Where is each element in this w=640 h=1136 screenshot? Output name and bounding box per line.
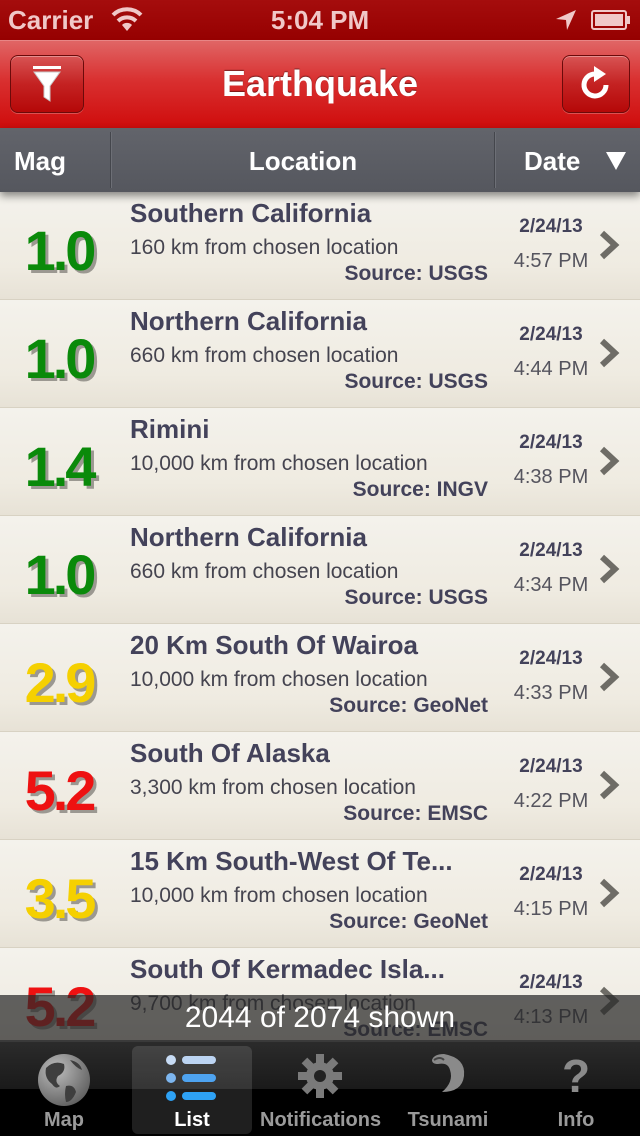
quake-row[interactable]: 1.0 Southern California 160 km from chosen… <box>0 192 640 300</box>
magnitude: 5.2 <box>24 759 97 822</box>
svg-text:?: ? <box>562 1052 590 1100</box>
quake-date: 2/24/13 <box>519 756 583 777</box>
source-label: Source: USGS <box>344 586 488 609</box>
tab-label: List <box>174 1109 210 1131</box>
quake-row[interactable]: 5.2 South Of Alaska 3,300 km from chosen l… <box>0 732 640 840</box>
location-name: Rimini <box>130 414 210 444</box>
location-name: Southern California <box>130 198 372 228</box>
location-name: Northern California <box>130 522 367 552</box>
tab-bar: Map List Notifications Tsunami ? Info <box>0 1040 640 1136</box>
source-label: Source: GeoNet <box>329 910 488 933</box>
tab-info[interactable]: ? Info <box>516 1046 636 1134</box>
quake-time: 4:44 PM <box>513 358 589 380</box>
tab-map[interactable]: Map <box>4 1046 124 1134</box>
distance-text: 160 km from chosen location <box>130 236 399 259</box>
chevron-right-icon <box>599 662 620 692</box>
distance-text: 10,000 km from chosen location <box>130 668 428 691</box>
chevron-right-icon <box>599 446 620 476</box>
quake-date: 2/24/13 <box>519 972 583 993</box>
quake-date: 2/24/13 <box>519 432 583 453</box>
quake-time: 4:34 PM <box>513 574 589 596</box>
quake-time: 4:15 PM <box>513 898 589 920</box>
column-header: Mag Location Date <box>0 128 640 192</box>
column-divider <box>494 132 495 188</box>
chevron-right-icon <box>599 770 620 800</box>
quake-date: 2/24/13 <box>519 864 583 885</box>
tab-label: Notifications <box>260 1109 382 1131</box>
quake-date: 2/24/13 <box>519 648 583 669</box>
chevron-right-icon <box>599 338 620 368</box>
magnitude: 3.5 <box>24 867 97 930</box>
sort-descending-icon[interactable] <box>606 152 626 170</box>
quake-date: 2/24/13 <box>519 540 583 561</box>
source-label: Source: USGS <box>344 370 488 393</box>
refresh-button[interactable] <box>562 55 630 113</box>
tab-label: Tsunami <box>407 1109 489 1131</box>
quake-time: 4:22 PM <box>513 790 589 812</box>
quake-row[interactable]: 1.0 Northern California 660 km from chosen… <box>0 516 640 624</box>
battery-icon <box>591 10 630 30</box>
quake-time: 4:57 PM <box>513 250 589 272</box>
source-label: Source: EMSC <box>343 802 488 825</box>
refresh-icon <box>581 66 609 99</box>
column-date[interactable]: Date <box>524 146 580 177</box>
location-name: 15 Km South-West Of Te... <box>130 846 453 876</box>
chevron-right-icon <box>599 878 620 908</box>
quake-date: 2/24/13 <box>519 324 583 345</box>
question-icon: ? <box>562 1052 590 1100</box>
magnitude: 1.0 <box>24 219 97 282</box>
quake-row[interactable]: 2.9 20 Km South Of Wairoa 10,000 km from c… <box>0 624 640 732</box>
tab-label: Map <box>44 1109 84 1131</box>
location-name: South Of Kermadec Isla... <box>130 954 445 984</box>
magnitude: 1.0 <box>24 327 97 390</box>
globe-icon <box>38 1054 90 1106</box>
quake-date: 2/24/13 <box>519 216 583 237</box>
distance-text: 3,300 km from chosen location <box>130 776 416 799</box>
distance-text: 10,000 km from chosen location <box>130 452 428 475</box>
chevron-right-icon <box>599 554 620 584</box>
magnitude: 1.4 <box>24 435 97 498</box>
nav-bar: Earthquake <box>0 40 640 128</box>
column-mag[interactable]: Mag <box>14 146 66 177</box>
quake-time: 4:38 PM <box>513 466 589 488</box>
tab-tsunami[interactable]: Tsunami <box>388 1046 508 1134</box>
column-location[interactable]: Location <box>111 146 495 177</box>
distance-text: 660 km from chosen location <box>130 344 399 367</box>
distance-text: 10,000 km from chosen location <box>130 884 428 907</box>
source-label: Source: USGS <box>344 262 488 285</box>
location-name: Northern California <box>130 306 367 336</box>
status-bar: Carrier 5:04 PM <box>0 0 640 40</box>
shown-count-toast: 2044 of 2074 shown <box>0 995 640 1041</box>
source-label: Source: GeoNet <box>329 694 488 717</box>
gear-icon <box>298 1054 342 1098</box>
tab-list[interactable]: List <box>132 1046 252 1134</box>
list-icon <box>166 1055 216 1101</box>
earthquake-list[interactable]: 1.0 Southern California 160 km from chosen… <box>0 192 640 1040</box>
location-arrow-icon <box>556 10 576 30</box>
source-label: Source: INGV <box>352 478 488 501</box>
tab-notifications[interactable]: Notifications <box>260 1046 382 1134</box>
quake-row[interactable]: 1.4 Rimini 10,000 km from chosen location S… <box>0 408 640 516</box>
distance-text: 660 km from chosen location <box>130 560 399 583</box>
quake-row[interactable]: 1.0 Northern California 660 km from chosen… <box>0 300 640 408</box>
chevron-right-icon <box>599 230 620 260</box>
quake-row[interactable]: 3.5 15 Km South-West Of Te... 10,000 km fr… <box>0 840 640 948</box>
magnitude: 1.0 <box>24 543 97 606</box>
magnitude: 2.9 <box>24 651 97 714</box>
quake-time: 4:33 PM <box>513 682 589 704</box>
location-name: South Of Alaska <box>130 738 330 768</box>
wave-icon <box>432 1054 465 1092</box>
tab-label: Info <box>557 1109 595 1131</box>
location-name: 20 Km South Of Wairoa <box>130 630 418 660</box>
status-time: 5:04 PM <box>270 5 370 35</box>
page-title: Earthquake <box>221 63 419 104</box>
